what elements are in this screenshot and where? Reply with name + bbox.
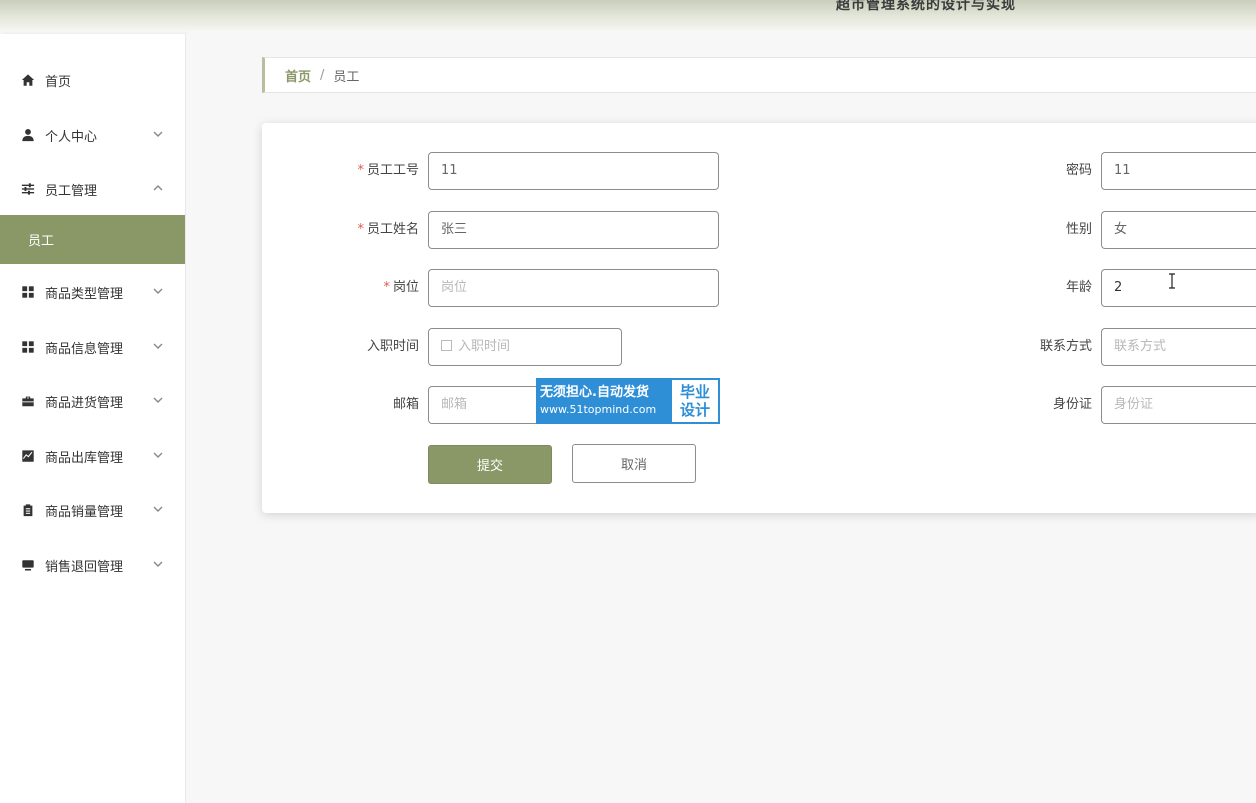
employee-name-input[interactable]: 张三 [428,211,719,249]
gender-select[interactable]: 女 [1101,211,1256,249]
sliders-icon [20,181,36,197]
sidebar-item-label: 员工 [28,234,55,249]
age-label: 年龄 [1065,280,1092,295]
breadcrumb-separator: / [320,67,325,83]
required-mark: * [357,163,364,178]
monitor-icon [20,557,36,573]
sidebar-item-home[interactable]: 首页 [0,56,185,104]
sidebar-item-label: 个人中心 [45,129,98,145]
site-title: 超市管理系统的设计与实现 [836,0,1016,13]
required-mark: * [357,222,364,237]
sidebar-item-product-purchase-management[interactable]: 商品进货管理 [0,377,185,425]
calendar-icon [441,340,452,351]
sidebar-item-product-info-management[interactable]: 商品信息管理 [0,323,185,371]
sidebar: 首页 个人中心 员工管理 员工 商品类型管理 商品信息管理 商品进货管理 商品出… [0,34,185,803]
breadcrumb-current: 员工 [333,69,360,85]
breadcrumb: 首页 / 员工 [262,57,1256,93]
sidebar-item-label: 销售退回管理 [45,559,124,575]
breadcrumb-home[interactable]: 首页 [285,66,311,85]
sidebar-item-product-sales-management[interactable]: 商品销量管理 [0,486,185,534]
employee-no-input[interactable]: 11 [428,152,719,190]
contact-input[interactable]: 联系方式 [1101,328,1256,366]
sidebar-item-label: 员工管理 [45,183,98,199]
sidebar-item-label: 首页 [45,74,72,90]
chart-icon [20,448,36,464]
sidebar-item-personal-center[interactable]: 个人中心 [0,111,185,159]
password-label: 密码 [1065,163,1092,178]
hire-date-label: 入职时间 [366,339,419,354]
required-mark: * [383,280,390,295]
chevron-down-icon [152,394,164,406]
contact-label: 联系方式 [1039,339,1092,354]
sidebar-item-employee-management[interactable]: 员工管理 [0,165,185,213]
watermark-url: www.51topmind.com [540,403,657,416]
sidebar-item-label: 商品销量管理 [45,504,124,520]
sidebar-item-sales-return-management[interactable]: 销售退回管理 [0,541,185,589]
chevron-up-icon [152,182,164,194]
chevron-down-icon [152,340,164,352]
watermark-slogan: 无须担心.自动发货 [540,385,649,400]
position-label: * 岗位 [383,280,419,295]
chevron-down-icon [152,503,164,515]
text-cursor-icon [1167,273,1177,289]
sidebar-item-product-type-management[interactable]: 商品类型管理 [0,268,185,316]
sidebar-item-employee[interactable]: 员工 [0,215,185,264]
age-input[interactable]: 2 [1101,269,1256,307]
chevron-down-icon [152,128,164,140]
grid-icon [20,284,36,300]
email-label: 邮箱 [392,397,419,412]
chevron-down-icon [152,449,164,461]
id-card-input[interactable]: 身份证 [1101,386,1256,424]
clipboard-icon [20,502,36,518]
position-input[interactable]: 岗位 [428,269,719,307]
sidebar-item-label: 商品进货管理 [45,395,124,411]
sidebar-item-label: 商品信息管理 [45,341,124,357]
watermark-banner: 无须担心.自动发货 www.51topmind.com 毕业 设计 [536,378,720,424]
briefcase-icon [20,393,36,409]
grid-icon [20,339,36,355]
sidebar-item-label: 商品类型管理 [45,286,124,302]
sidebar-item-label: 商品出库管理 [45,450,124,466]
cancel-button[interactable]: 取消 [572,444,696,483]
home-icon [20,72,36,88]
gender-label: 性别 [1065,222,1092,237]
password-input[interactable]: 11 [1101,152,1256,190]
top-header: 超市管理系统的设计与实现 [0,0,1256,30]
chevron-down-icon [152,558,164,570]
id-card-label: 身份证 [1052,397,1092,412]
employee-no-label: * 员工工号 [357,163,419,178]
chevron-down-icon [152,285,164,297]
user-icon [20,127,36,143]
hire-date-picker[interactable]: 入职时间 [428,328,622,366]
sidebar-item-product-outbound-management[interactable]: 商品出库管理 [0,432,185,480]
submit-button[interactable]: 提交 [428,445,552,484]
watermark-badge: 毕业 设计 [670,378,720,424]
employee-name-label: * 员工姓名 [357,222,419,237]
